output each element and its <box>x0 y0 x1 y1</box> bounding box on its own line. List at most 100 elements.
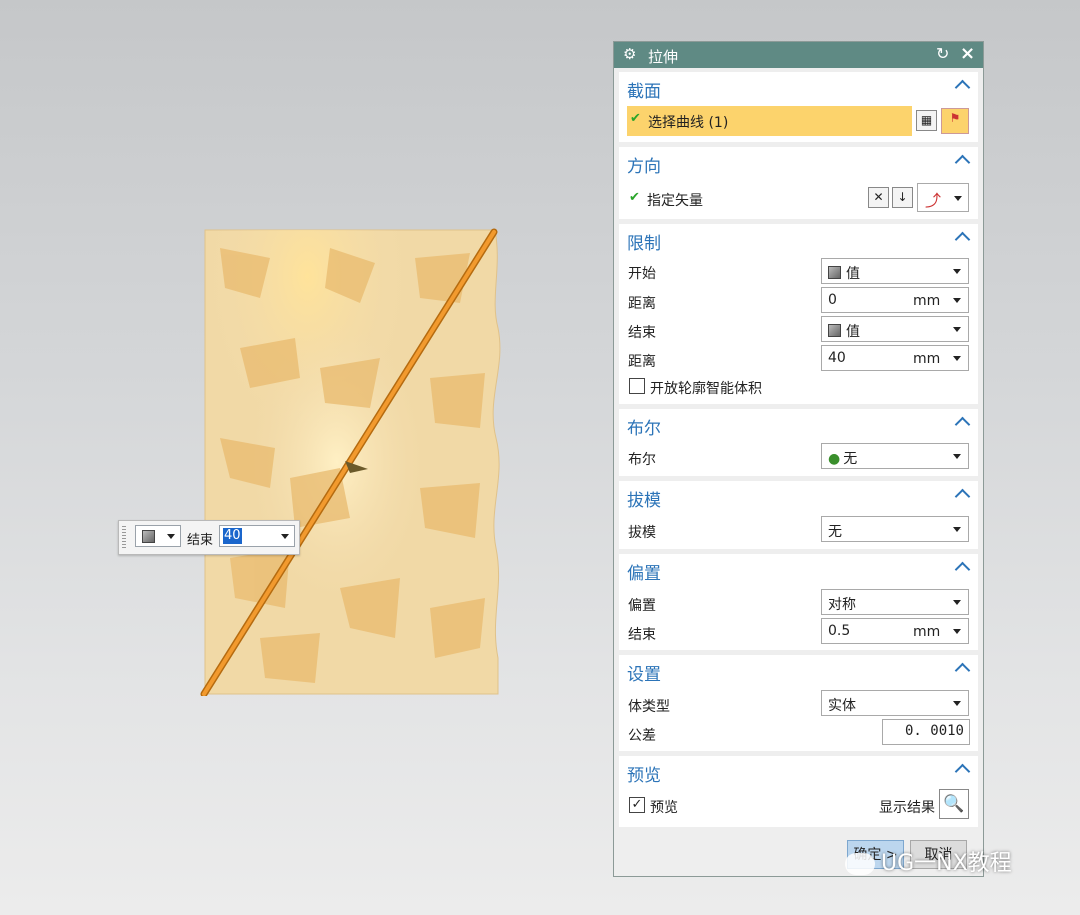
collapse-icon[interactable] <box>954 488 971 505</box>
check-icon: ✔ <box>629 190 640 205</box>
body-type-select[interactable]: 实体 <box>821 690 969 716</box>
wechat-logo-icon <box>845 853 875 875</box>
body-type-label: 体类型 <box>628 699 670 715</box>
chevron-down-icon <box>953 327 961 332</box>
collapse-icon[interactable] <box>954 561 971 578</box>
close-icon[interactable]: × <box>960 43 975 64</box>
dynamic-input-bar: 结束 40 <box>118 520 300 555</box>
chevron-down-icon <box>953 269 961 274</box>
value-cube-icon <box>828 266 841 279</box>
end-distance-label: 距离 <box>628 354 656 370</box>
chevron-down-icon <box>953 701 961 706</box>
curve-select-icon[interactable]: ⚑ <box>941 108 969 134</box>
chevron-down-icon <box>953 629 961 634</box>
preview-checkbox[interactable]: ✓ <box>629 797 645 813</box>
show-result-label: 显示结果 <box>879 800 935 816</box>
float-end-label: 结束 <box>187 533 214 548</box>
collapse-icon[interactable] <box>954 662 971 679</box>
group-offset: 偏置 偏置 对称 结束 0.5 mm <box>619 554 978 650</box>
group-title-preview[interactable]: 预览 <box>627 761 661 786</box>
float-end-value: 40 <box>223 528 242 544</box>
dialog-titlebar: ⚙ 拉伸 ↻ × <box>614 42 983 68</box>
start-label: 开始 <box>628 266 656 282</box>
group-title-limits[interactable]: 限制 <box>627 229 661 254</box>
limit-type-dropdown[interactable] <box>135 525 181 547</box>
end-type-select[interactable]: 值 <box>821 316 969 342</box>
sketch-section-icon[interactable]: ▦ <box>916 110 937 131</box>
offset-end-input[interactable]: 0.5 mm <box>821 618 969 644</box>
end-type-value: 值 <box>846 324 860 340</box>
start-distance-unit: mm <box>913 293 941 309</box>
chevron-down-icon <box>167 534 175 539</box>
group-title-settings[interactable]: 设置 <box>627 660 661 685</box>
specify-vector-label: 指定矢量 <box>647 193 703 209</box>
collapse-icon[interactable] <box>954 416 971 433</box>
chevron-down-icon <box>953 298 961 303</box>
dialog-title: 拉伸 <box>648 48 679 66</box>
gear-icon[interactable]: ⚙ <box>623 45 636 63</box>
offset-select[interactable]: 对称 <box>821 589 969 615</box>
body-type-value: 实体 <box>828 698 856 714</box>
boolean-value: 无 <box>843 451 858 467</box>
open-profile-checkbox[interactable] <box>629 378 645 394</box>
chevron-down-icon <box>954 195 962 201</box>
vector-dialog-icon[interactable]: ↓ <box>892 187 913 208</box>
group-preview: 预览 ✓ 预览 显示结果 🔍 <box>619 756 978 827</box>
boolean-select[interactable]: ● 无 <box>821 443 969 469</box>
tolerance-label: 公差 <box>628 728 656 744</box>
start-distance-label: 距离 <box>628 296 656 312</box>
draft-value: 无 <box>828 524 842 540</box>
offset-label: 偏置 <box>628 598 656 614</box>
vector-axis-icon: ⤴ <box>925 191 942 210</box>
group-limits: 限制 开始 值 距离 0 mm 结束 值 距离 40 mm 开放轮廓智能体积 <box>619 224 978 404</box>
magnifier-icon[interactable]: 🔍 <box>939 789 969 819</box>
collapse-icon[interactable] <box>954 79 971 96</box>
end-label: 结束 <box>628 325 656 341</box>
start-type-value: 值 <box>846 266 860 282</box>
group-section: 截面 ✔ 选择曲线 (1) ▦ ⚑ <box>619 72 978 142</box>
start-distance-value: 0 <box>828 292 837 308</box>
check-icon: ✔ <box>630 111 641 126</box>
select-curve-label: 选择曲线 (1) <box>648 115 729 131</box>
offset-end-unit: mm <box>913 624 941 640</box>
group-boolean: 布尔 布尔 ● 无 <box>619 409 978 476</box>
group-title-offset[interactable]: 偏置 <box>627 559 661 584</box>
end-distance-input[interactable]: 40 mm <box>821 345 969 371</box>
watermark-text: UG一NX教程 <box>881 851 1012 876</box>
group-title-boolean[interactable]: 布尔 <box>627 414 661 439</box>
offset-end-value: 0.5 <box>828 623 851 639</box>
chevron-down-icon <box>953 454 961 459</box>
collapse-icon[interactable] <box>954 231 971 248</box>
draft-select[interactable]: 无 <box>821 516 969 542</box>
group-draft: 拔模 拔模 无 <box>619 481 978 549</box>
collapse-icon[interactable] <box>954 154 971 171</box>
tolerance-input[interactable]: 0. 0010 <box>882 719 970 745</box>
draft-label: 拔模 <box>628 525 656 541</box>
chevron-down-icon <box>953 527 961 532</box>
group-title-section[interactable]: 截面 <box>627 77 661 102</box>
chevron-down-icon <box>281 534 289 539</box>
end-distance-value: 40 <box>828 350 846 366</box>
reverse-direction-icon[interactable]: ✕ <box>868 187 889 208</box>
end-distance-unit: mm <box>913 351 941 367</box>
vector-type-dropdown[interactable]: ⤴ <box>917 183 969 212</box>
open-profile-label: 开放轮廓智能体积 <box>650 381 762 397</box>
reset-icon[interactable]: ↻ <box>936 44 949 63</box>
start-type-select[interactable]: 值 <box>821 258 969 284</box>
group-direction: 方向 ✔ 指定矢量 ✕ ↓ ⤴ <box>619 147 978 219</box>
start-distance-input[interactable]: 0 mm <box>821 287 969 313</box>
value-cube-icon <box>142 530 155 543</box>
offset-value: 对称 <box>828 597 856 613</box>
extrude-dialog: ⚙ 拉伸 ↻ × 截面 ✔ 选择曲线 (1) ▦ ⚑ 方向 ✔ 指定矢量 ✕ ↓… <box>613 41 984 877</box>
group-title-draft[interactable]: 拔模 <box>627 486 661 511</box>
select-curve-row[interactable]: ✔ 选择曲线 (1) <box>627 106 912 136</box>
watermark: UG一NX教程 <box>845 845 1065 885</box>
group-title-direction[interactable]: 方向 <box>627 152 661 177</box>
collapse-icon[interactable] <box>954 763 971 780</box>
chevron-down-icon <box>953 356 961 361</box>
group-settings: 设置 体类型 实体 公差 0. 0010 <box>619 655 978 751</box>
drag-handle[interactable] <box>122 526 126 548</box>
chevron-down-icon <box>953 600 961 605</box>
float-end-input[interactable]: 40 <box>219 525 295 547</box>
offset-end-label: 结束 <box>628 627 656 643</box>
